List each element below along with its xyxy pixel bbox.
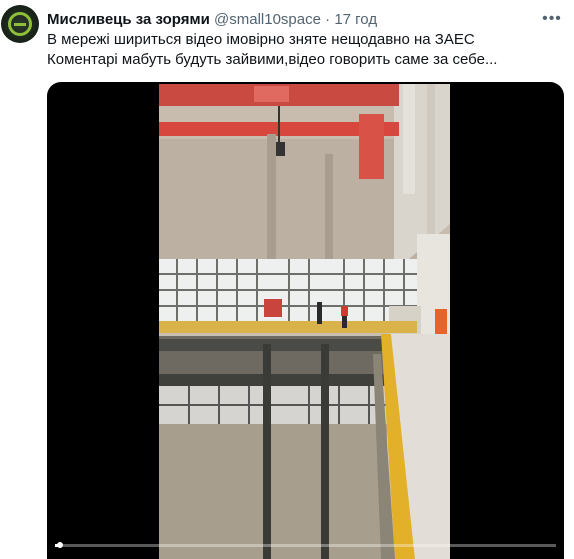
crane-leg [359,114,384,179]
person [317,302,322,324]
person-red-shirt [341,306,348,316]
video-progress-handle[interactable] [57,542,63,548]
lower-pillar [263,344,271,559]
red-panel [264,299,282,317]
avatar[interactable] [1,5,39,43]
right-beam [403,84,415,194]
right-beam [427,84,435,234]
lower-beam [159,374,387,386]
tweet[interactable]: Мисливець за зорями @small10space · 17 г… [0,0,574,559]
tweet-text: В мережі шириться відео імовірно зняте н… [47,30,567,70]
lower-wall [159,424,387,559]
tweet-text-line: В мережі шириться відео імовірно зняте н… [47,31,475,48]
video-scene-image [159,84,450,559]
header-separator: · [325,11,331,28]
tweet-timestamp[interactable]: 17 год [334,11,377,28]
more-horizontal-icon: ••• [542,10,562,27]
author-name[interactable]: Мисливець за зорями [47,11,210,28]
tweet-text-line: Коментарі мабуть будуть зайвими,відео го… [47,51,498,68]
video-progress-bar[interactable] [55,542,556,548]
tweet-header: Мисливець за зорями @small10space · 17 г… [47,10,377,30]
video-frame[interactable] [159,84,450,559]
upper-railing [159,321,417,333]
lower-ledge [159,339,387,351]
avatar-logo-icon [8,12,32,36]
person [342,316,347,328]
video-player[interactable] [47,82,564,559]
more-options-button[interactable]: ••• [540,9,564,29]
author-handle[interactable]: @small10space [214,11,321,28]
crane-trolley [254,86,289,102]
lower-pillar [321,344,329,559]
